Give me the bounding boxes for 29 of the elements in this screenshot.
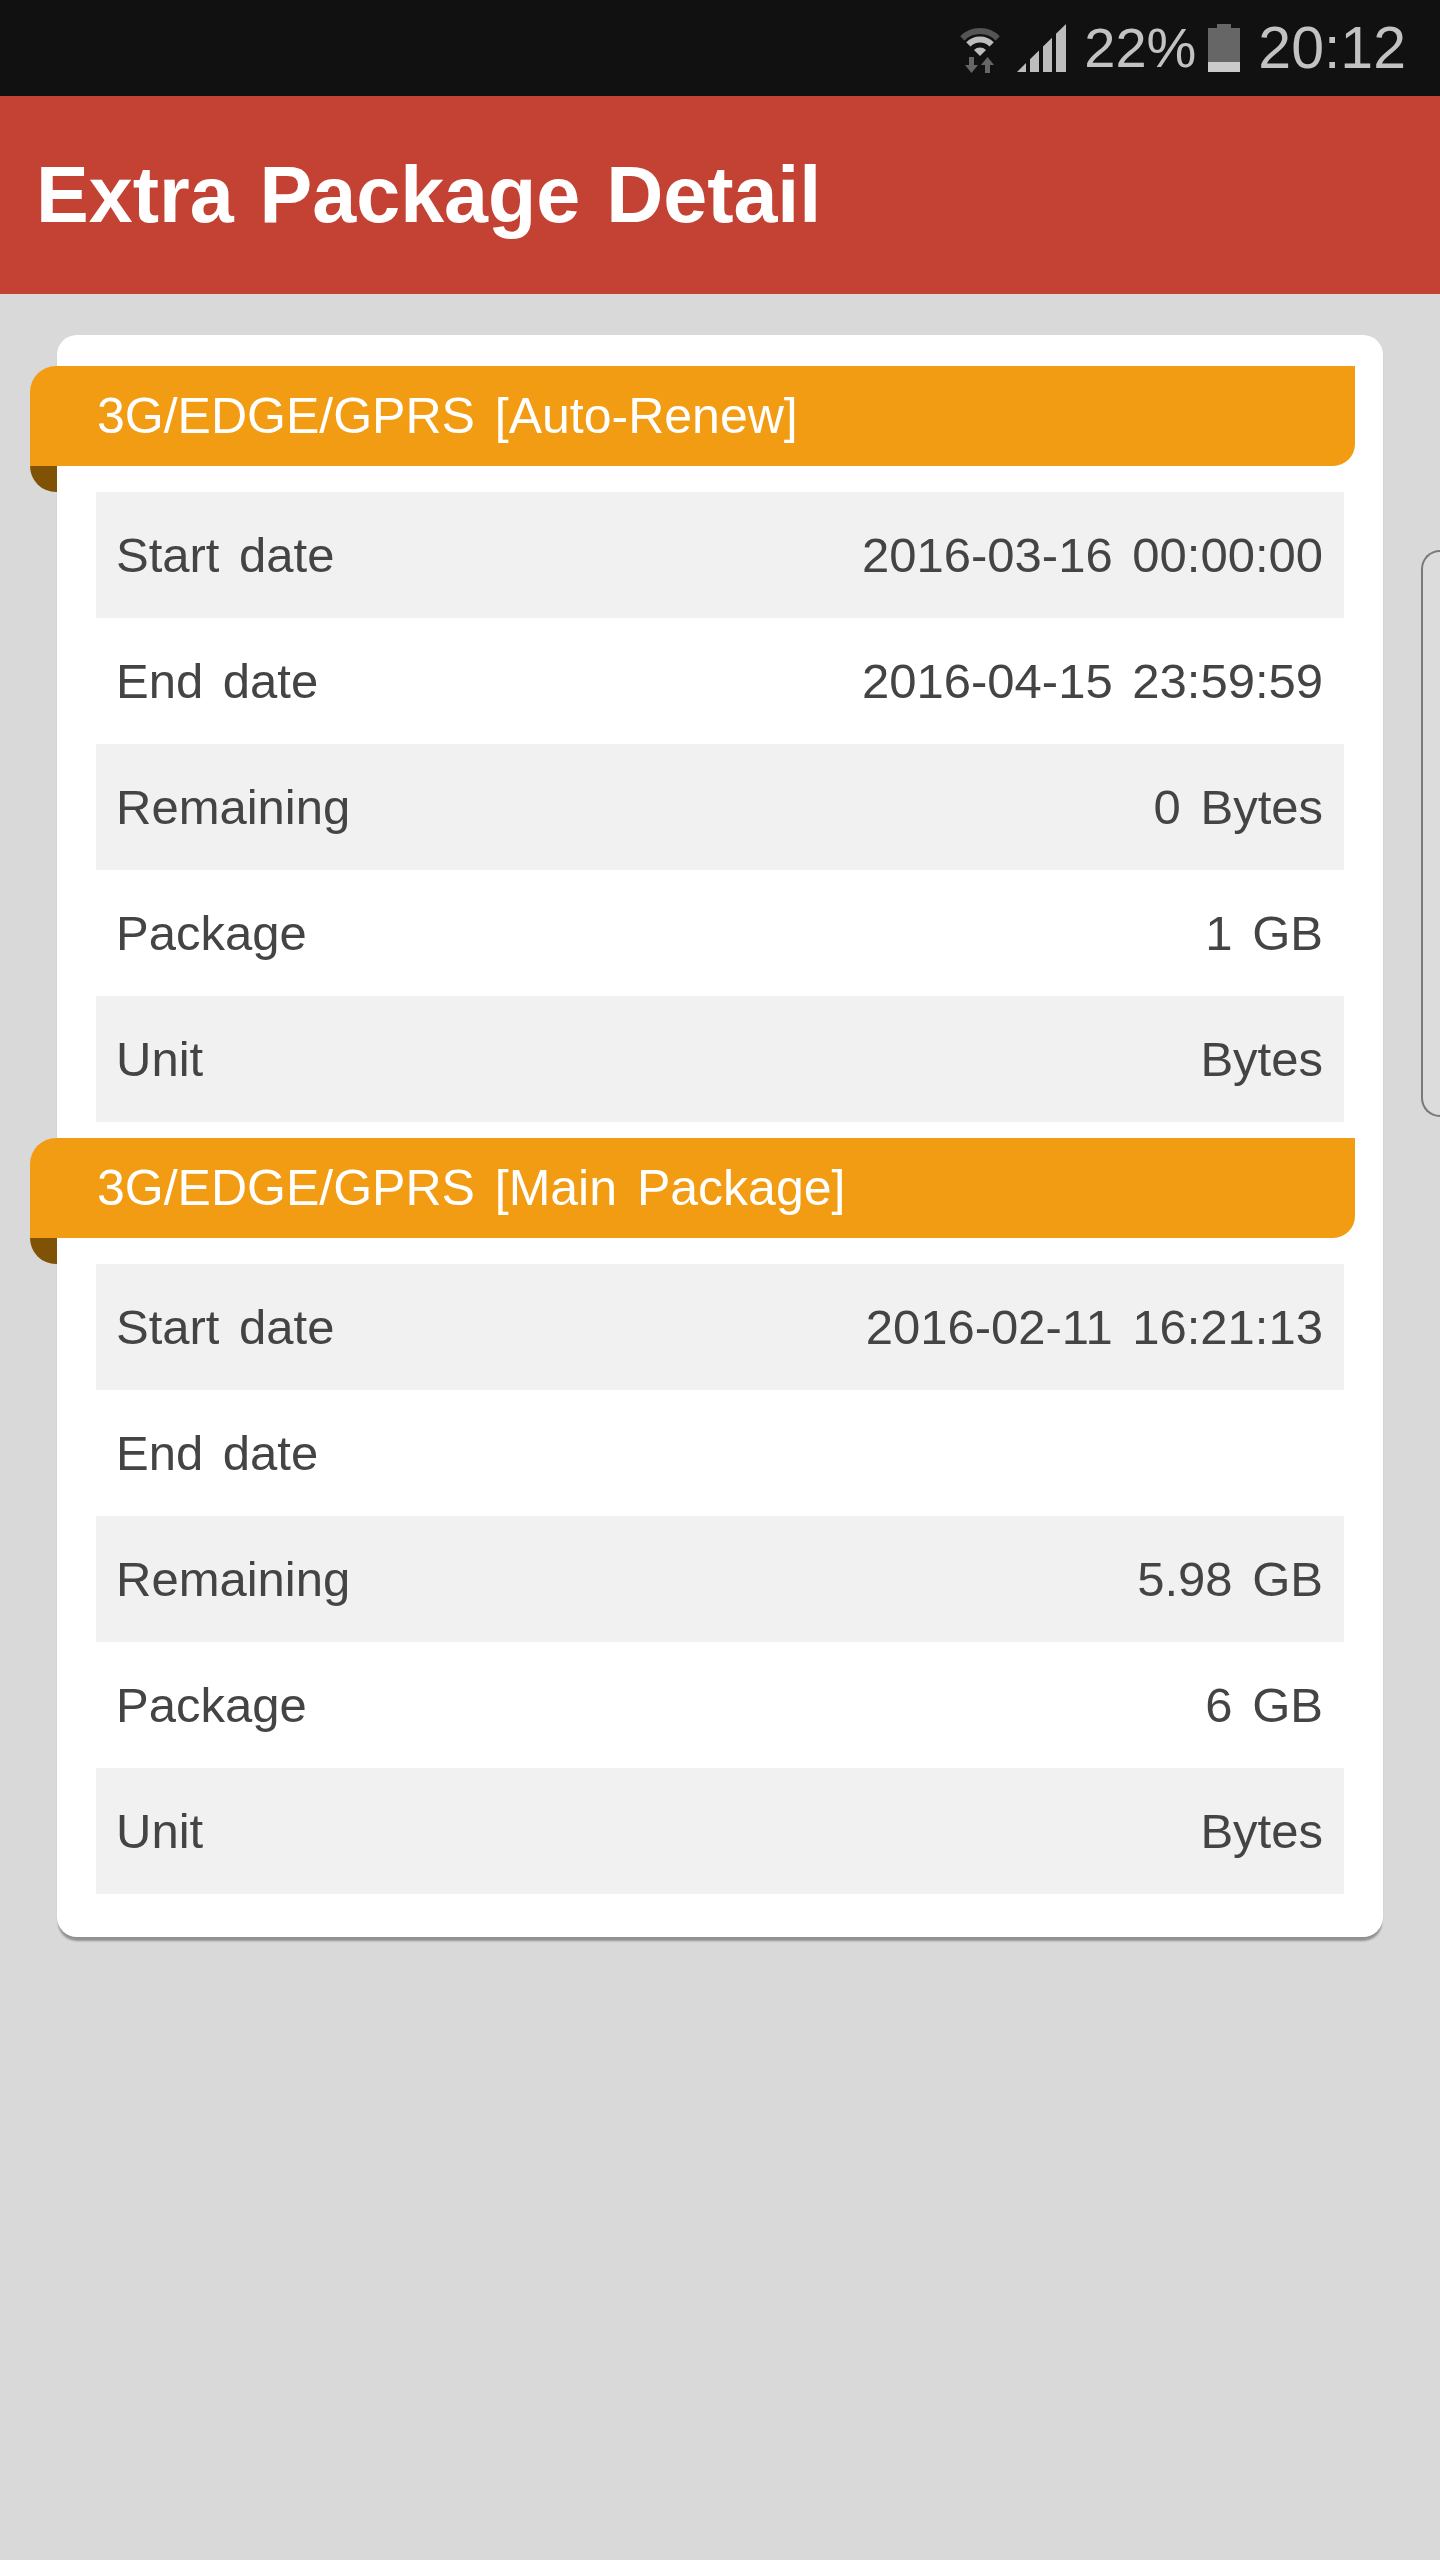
- row-value: 6 GB: [1205, 1677, 1323, 1734]
- row-label: End date: [116, 1425, 319, 1482]
- ribbon-fold: [30, 1238, 57, 1264]
- battery-icon: [1208, 24, 1241, 72]
- row-value: 2016-04-15 23:59:59: [862, 653, 1323, 710]
- row-label: Unit: [116, 1031, 204, 1088]
- row-value: 1 GB: [1205, 905, 1323, 962]
- edge-panel-handle[interactable]: [1421, 550, 1440, 1117]
- row-label: End date: [116, 653, 319, 710]
- row-label: Remaining: [116, 779, 351, 836]
- ribbon-fold: [30, 466, 57, 492]
- row-label: Package: [116, 1677, 307, 1734]
- row-value: Bytes: [1200, 1803, 1323, 1860]
- clock-time: 20:12: [1258, 16, 1406, 80]
- screen-title: Extra Package Detail: [36, 149, 822, 241]
- section-header: 3G/EDGE/GPRS [Auto-Renew]: [30, 366, 1355, 466]
- row-label: Package: [116, 905, 307, 962]
- row-value: Bytes: [1200, 1031, 1323, 1088]
- battery-percent: 22%: [1084, 16, 1197, 80]
- row-value: 2016-02-11 16:21:13: [865, 1299, 1323, 1356]
- row-label: Remaining: [116, 1551, 351, 1608]
- row-label: Start date: [116, 1299, 335, 1356]
- row-value: 2016-03-16 00:00:00: [862, 527, 1323, 584]
- row-value: 0 Bytes: [1153, 779, 1323, 836]
- row-label: Start date: [116, 527, 335, 584]
- row-value: 5.98 GB: [1137, 1551, 1323, 1608]
- row-label: Unit: [116, 1803, 204, 1860]
- signal-icon: [1017, 24, 1067, 72]
- section-header: 3G/EDGE/GPRS [Main Package]: [30, 1138, 1355, 1238]
